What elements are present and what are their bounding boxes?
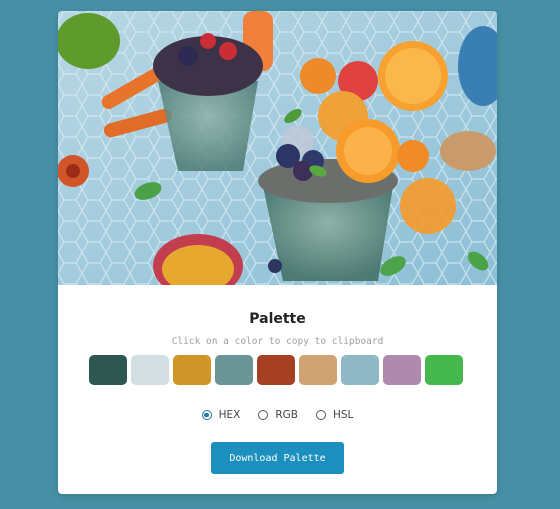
color-swatch[interactable] [89, 355, 127, 385]
source-photo [58, 11, 497, 285]
color-swatch[interactable] [131, 355, 169, 385]
color-swatch[interactable] [383, 355, 421, 385]
color-swatch[interactable] [341, 355, 379, 385]
radio-button[interactable] [201, 410, 212, 420]
color-swatch[interactable] [215, 355, 253, 385]
format-label: RGB [275, 409, 298, 421]
copy-hint: Click on a color to copy to clipboard [171, 336, 384, 347]
radio-button[interactable] [315, 410, 326, 420]
format-label: HEX [218, 409, 241, 421]
format-radio-group: HEX RGB HSL [58, 409, 497, 421]
radio-button[interactable] [258, 410, 269, 420]
color-swatch[interactable] [425, 355, 463, 385]
color-swatch[interactable] [257, 355, 295, 385]
palette-panel: Palette Click on a color to copy to clip… [58, 285, 497, 494]
color-swatch[interactable] [173, 355, 211, 385]
format-label: HSL [332, 409, 354, 421]
palette-title: Palette [249, 311, 306, 327]
download-palette-button[interactable]: Download Palette [211, 442, 344, 474]
swatch-row [89, 355, 463, 385]
color-swatch[interactable] [299, 355, 337, 385]
palette-card: Palette Click on a color to copy to clip… [58, 11, 497, 494]
format-option-rgb[interactable]: RGB [258, 409, 298, 421]
format-option-hex[interactable]: HEX [201, 409, 241, 421]
format-option-hsl[interactable]: HSL [315, 409, 354, 421]
